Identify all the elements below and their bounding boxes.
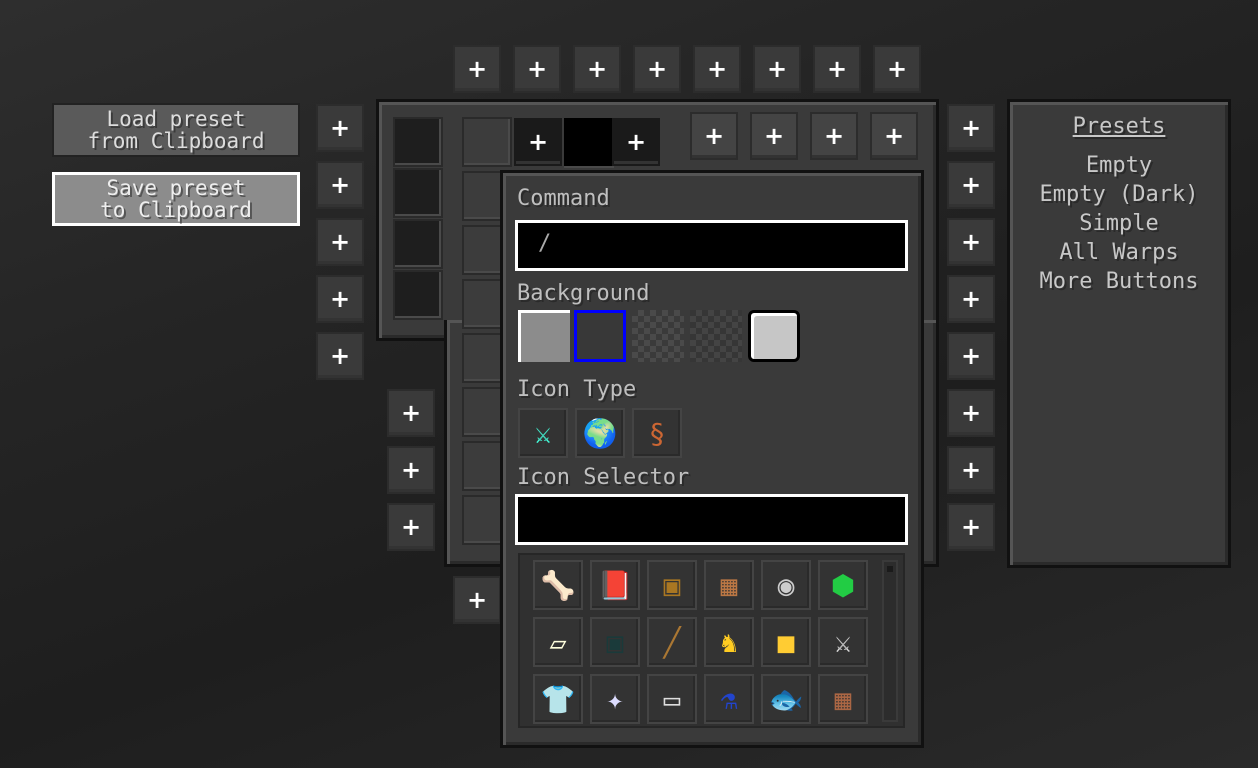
add-button[interactable]: + <box>513 45 561 93</box>
nether-star-icon[interactable]: ✦ <box>590 674 640 724</box>
add-button[interactable]: + <box>813 45 861 93</box>
add-button[interactable]: + <box>316 218 364 266</box>
add-button[interactable]: + <box>947 389 995 437</box>
add-button[interactable]: + <box>690 112 738 160</box>
load-label-2: from Clipboard <box>87 129 265 153</box>
paper-icon[interactable]: ▱ <box>533 617 583 667</box>
command-block-icon[interactable]: ▦ <box>704 560 754 610</box>
crafting-table-icon[interactable]: ▦ <box>818 674 868 724</box>
preset-item[interactable]: Empty <box>1010 151 1228 180</box>
add-button[interactable]: + <box>947 161 995 209</box>
add-button[interactable]: + <box>810 112 858 160</box>
save-label-1: Save preset <box>106 176 246 200</box>
background-option-dark-selected[interactable] <box>574 310 626 362</box>
bone-icon[interactable]: 🦴 <box>533 560 583 610</box>
background-label: Background <box>517 281 650 306</box>
add-button[interactable]: + <box>947 218 995 266</box>
background-option-white[interactable] <box>748 310 800 362</box>
save-preset-button[interactable]: Save preset to Clipboard <box>52 172 300 226</box>
chest-icon[interactable]: ▣ <box>647 560 697 610</box>
painting-icon[interactable]: ▭ <box>647 674 697 724</box>
fish-icon[interactable]: 🐟 <box>761 674 811 724</box>
add-button[interactable]: + <box>870 112 918 160</box>
add-button[interactable]: + <box>947 104 995 152</box>
preset-item[interactable]: Empty (Dark) <box>1010 180 1228 209</box>
command-label: Command <box>517 186 610 211</box>
add-button[interactable]: + <box>753 45 801 93</box>
background-option-checker[interactable] <box>632 310 684 362</box>
potion-icon[interactable]: ⚗ <box>704 674 754 724</box>
add-button[interactable]: + <box>453 576 501 624</box>
add-button[interactable]: + <box>947 275 995 323</box>
compass-icon[interactable]: ◉ <box>761 560 811 610</box>
slot[interactable] <box>393 168 443 218</box>
add-button[interactable]: + <box>750 112 798 160</box>
scroll-thumb[interactable] <box>887 566 893 572</box>
diamond-sword-icon[interactable]: ⚔ <box>518 408 568 458</box>
preset-item[interactable]: More Buttons <box>1010 267 1228 296</box>
add-button[interactable]: + <box>514 118 562 166</box>
add-button[interactable]: + <box>316 332 364 380</box>
load-label-1: Load preset <box>106 107 246 131</box>
add-button[interactable]: + <box>873 45 921 93</box>
icon-type-label: Icon Type <box>517 377 637 402</box>
slot[interactable] <box>393 117 443 167</box>
gold-block-icon[interactable]: ■ <box>761 617 811 667</box>
add-button[interactable]: + <box>453 45 501 93</box>
add-button[interactable]: + <box>316 275 364 323</box>
preset-item[interactable]: All Warps <box>1010 238 1228 267</box>
save-label-2: to Clipboard <box>100 198 252 222</box>
slot-black[interactable] <box>564 118 614 168</box>
lead-icon[interactable]: § <box>632 408 682 458</box>
presets-panel: Presets Empty Empty (Dark) Simple All Warps… <box>1007 99 1231 568</box>
background-option-light[interactable] <box>518 310 570 362</box>
ender-chest-icon[interactable]: ▣ <box>590 617 640 667</box>
slot[interactable] <box>393 219 443 269</box>
command-input[interactable]: / <box>515 220 908 271</box>
add-button[interactable]: + <box>693 45 741 93</box>
fishing-rod-icon[interactable]: ╱ <box>647 617 697 667</box>
emerald-icon[interactable]: ⬢ <box>818 560 868 610</box>
add-button[interactable]: + <box>387 446 435 494</box>
leather-tunic-icon[interactable]: 👕 <box>533 674 583 724</box>
add-button[interactable]: + <box>947 332 995 380</box>
icon-selector-label: Icon Selector <box>517 465 690 490</box>
add-button[interactable]: + <box>387 503 435 551</box>
globe-icon[interactable]: 🌍 <box>575 408 625 458</box>
add-button[interactable]: + <box>573 45 621 93</box>
slot[interactable] <box>393 270 443 320</box>
add-button[interactable]: + <box>947 446 995 494</box>
background-option-checker-dark[interactable] <box>690 310 742 362</box>
add-button[interactable]: + <box>947 503 995 551</box>
load-preset-button[interactable]: Load preset from Clipboard <box>52 103 300 157</box>
preset-item[interactable]: Simple <box>1010 209 1228 238</box>
presets-title: Presets <box>1072 114 1166 139</box>
horse-armor-icon[interactable]: ♞ <box>704 617 754 667</box>
slot[interactable] <box>462 117 512 167</box>
add-button[interactable]: + <box>316 161 364 209</box>
icon-grid-scrollbar[interactable] <box>882 560 898 722</box>
add-button[interactable]: + <box>633 45 681 93</box>
add-button[interactable]: + <box>316 104 364 152</box>
add-button[interactable]: + <box>612 118 660 166</box>
add-button[interactable]: + <box>387 389 435 437</box>
icon-selector-input[interactable] <box>515 494 908 545</box>
iron-sword-icon[interactable]: ⚔ <box>818 617 868 667</box>
book-icon[interactable]: 📕 <box>590 560 640 610</box>
